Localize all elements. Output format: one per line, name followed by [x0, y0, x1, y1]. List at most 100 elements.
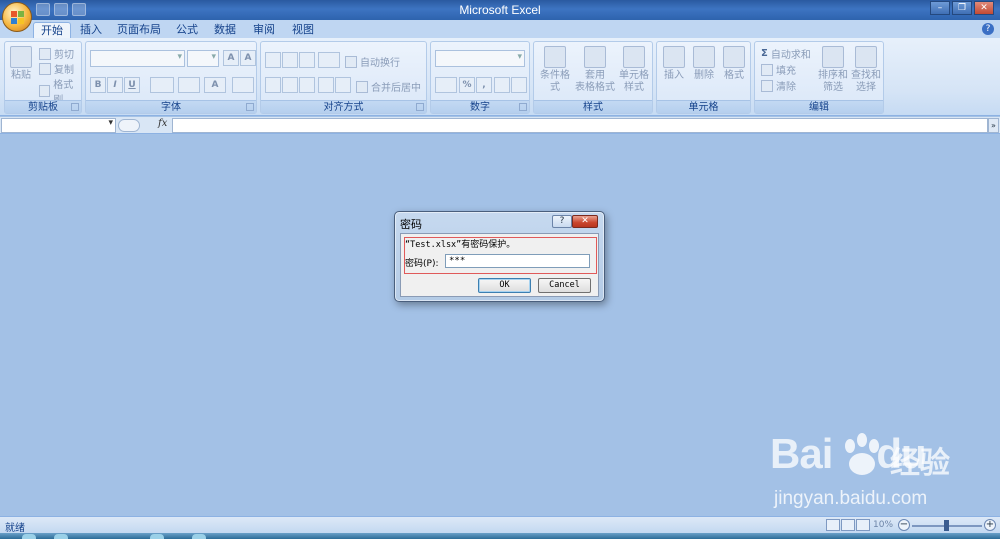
- window-controls: – ❐ ✕: [930, 1, 994, 15]
- dialog-help-button[interactable]: ?: [552, 215, 572, 228]
- bold-button[interactable]: B: [90, 77, 106, 93]
- sort-filter-button[interactable]: 排序和 筛选: [817, 46, 849, 94]
- zoom-level: 10%: [873, 520, 894, 530]
- delete-cells-button[interactable]: 删除: [689, 46, 719, 82]
- fill-button[interactable]: 填充: [761, 62, 796, 77]
- tab-view[interactable]: 视图: [286, 22, 320, 38]
- find-select-button[interactable]: 查找和 选择: [850, 46, 882, 94]
- decrease-indent-icon[interactable]: [318, 77, 334, 93]
- decrease-decimal-icon[interactable]: [511, 77, 527, 93]
- expand-formula-bar-icon[interactable]: »: [988, 118, 999, 133]
- percent-button[interactable]: %: [459, 77, 475, 93]
- wrap-text-button[interactable]: 自动换行: [345, 54, 400, 69]
- status-bar: 就绪 10% − +: [0, 516, 1000, 534]
- taskbar-app-icon[interactable]: [22, 534, 36, 539]
- align-right-icon[interactable]: [299, 77, 315, 93]
- italic-button[interactable]: I: [107, 77, 123, 93]
- cell-styles-label-1: 单元格: [619, 70, 649, 81]
- wrap-text-label: 自动换行: [360, 58, 400, 69]
- number-format-select[interactable]: [435, 50, 525, 67]
- taskbar-app-icon[interactable]: [192, 534, 206, 539]
- zoom-out-icon[interactable]: −: [898, 519, 910, 531]
- increase-decimal-icon[interactable]: [494, 77, 510, 93]
- align-middle-icon[interactable]: [282, 52, 298, 68]
- password-dialog: 密码 ? ✕ “Test.xlsx”有密码保护。 密码(P): *** OK C…: [394, 211, 605, 302]
- group-number: % , 数字: [430, 41, 530, 114]
- cut-button[interactable]: 剪切: [39, 46, 74, 61]
- currency-icon[interactable]: [435, 77, 457, 93]
- shrink-font-icon[interactable]: A: [240, 50, 256, 66]
- conditional-format-button[interactable]: 条件格式: [536, 46, 574, 94]
- underline-button[interactable]: U: [124, 77, 140, 93]
- align-top-icon[interactable]: [265, 52, 281, 68]
- group-label-styles: 样式: [534, 100, 652, 113]
- tab-page-layout[interactable]: 页面布局: [114, 22, 164, 38]
- formula-input[interactable]: [172, 118, 988, 133]
- insert-cells-label: 插入: [664, 70, 684, 81]
- dialog-launcher-icon[interactable]: [71, 103, 79, 111]
- format-as-table-button[interactable]: 套用 表格格式: [574, 46, 616, 94]
- copy-button[interactable]: 复制: [39, 61, 74, 76]
- name-box[interactable]: [1, 118, 116, 133]
- orientation-icon[interactable]: [318, 52, 340, 68]
- fill-color-icon[interactable]: [178, 77, 200, 93]
- ok-button[interactable]: OK: [478, 278, 531, 293]
- find-select-label-1: 查找和: [851, 70, 881, 81]
- cancel-button[interactable]: Cancel: [538, 278, 591, 293]
- restore-button[interactable]: ❐: [952, 1, 972, 15]
- close-window-button[interactable]: ✕: [974, 1, 994, 15]
- align-bottom-icon[interactable]: [299, 52, 315, 68]
- increase-indent-icon[interactable]: [335, 77, 351, 93]
- view-buttons: [826, 519, 870, 531]
- office-button[interactable]: [2, 2, 32, 32]
- minimize-button[interactable]: –: [930, 1, 950, 15]
- delete-cells-label: 删除: [694, 70, 714, 81]
- taskbar-app-icon[interactable]: [150, 534, 164, 539]
- border-icon[interactable]: [150, 77, 174, 93]
- comma-button[interactable]: ,: [476, 77, 492, 93]
- normal-view-icon[interactable]: [826, 519, 840, 531]
- font-size-select[interactable]: [187, 50, 219, 67]
- page-layout-view-icon[interactable]: [841, 519, 855, 531]
- help-icon[interactable]: ?: [982, 23, 994, 35]
- group-label-font: 字体: [86, 100, 256, 113]
- office-logo-icon: [11, 11, 24, 24]
- binoculars-icon: [855, 46, 877, 68]
- sort-filter-label-1: 排序和: [818, 70, 848, 81]
- dialog-launcher-icon[interactable]: [416, 103, 424, 111]
- dialog-close-button[interactable]: ✕: [572, 215, 598, 228]
- align-left-icon[interactable]: [265, 77, 281, 93]
- insert-cells-button[interactable]: 插入: [659, 46, 689, 82]
- tab-insert[interactable]: 插入: [74, 22, 108, 38]
- tab-formulas[interactable]: 公式: [170, 22, 204, 38]
- cell-styles-button[interactable]: 单元格 样式: [616, 46, 652, 94]
- insert-function-icon[interactable]: fx: [158, 118, 167, 129]
- cut-label: 剪切: [54, 50, 74, 61]
- formula-bar-handle[interactable]: [118, 119, 140, 132]
- font-color-icon[interactable]: A: [204, 77, 226, 93]
- group-label-editing: 编辑: [755, 100, 883, 113]
- taskbar-app-icon[interactable]: [54, 534, 68, 539]
- grow-font-icon[interactable]: A: [223, 50, 239, 66]
- tab-review[interactable]: 审阅: [247, 22, 281, 38]
- phonetic-icon[interactable]: [232, 77, 254, 93]
- font-name-select[interactable]: [90, 50, 185, 67]
- dialog-launcher-icon[interactable]: [246, 103, 254, 111]
- autosum-button[interactable]: Σ 自动求和: [761, 46, 811, 61]
- group-styles: 条件格式 套用 表格格式 单元格 样式 样式: [533, 41, 653, 114]
- paste-button[interactable]: 粘贴: [7, 46, 35, 82]
- sigma-icon: Σ: [761, 48, 768, 59]
- group-clipboard: 粘贴 剪切 复制 格式刷 剪贴板: [4, 41, 82, 114]
- align-center-icon[interactable]: [282, 77, 298, 93]
- format-cells-button[interactable]: 格式: [719, 46, 749, 82]
- clear-button[interactable]: 清除: [761, 78, 796, 93]
- password-field[interactable]: ***: [445, 254, 590, 268]
- zoom-in-icon[interactable]: +: [984, 519, 996, 531]
- table-icon: [584, 46, 606, 68]
- zoom-slider-thumb[interactable]: [944, 520, 949, 531]
- page-break-view-icon[interactable]: [856, 519, 870, 531]
- tab-home[interactable]: 开始: [33, 22, 71, 38]
- dialog-launcher-icon[interactable]: [519, 103, 527, 111]
- tab-data[interactable]: 数据: [208, 22, 242, 38]
- merge-center-button[interactable]: 合并后居中: [356, 79, 421, 94]
